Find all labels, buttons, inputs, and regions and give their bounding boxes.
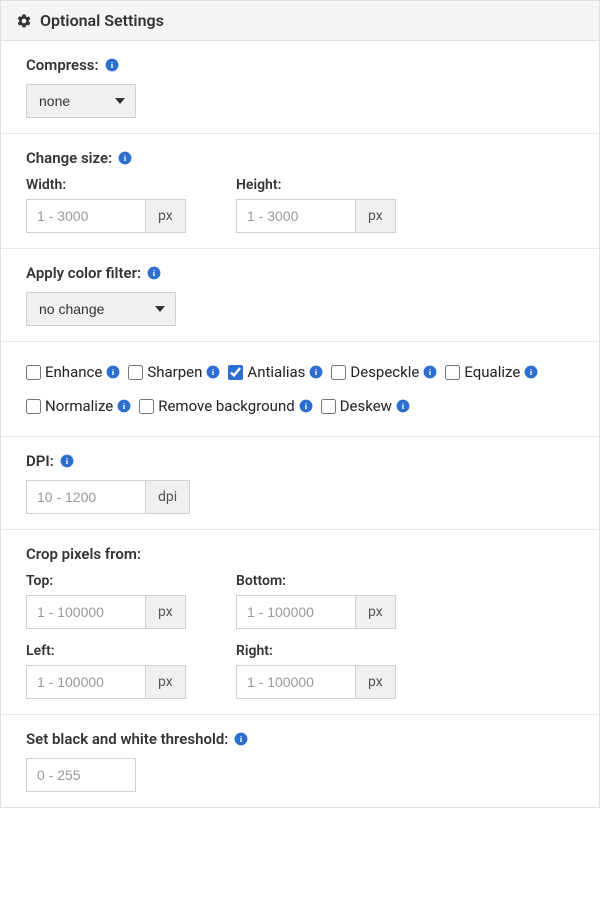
info-icon[interactable]: i [105, 58, 119, 72]
height-label: Height: [236, 177, 436, 193]
antialias-checkbox[interactable] [228, 365, 243, 380]
compress-section: Compress: i none [1, 41, 599, 134]
info-icon[interactable]: i [396, 399, 410, 413]
enhance-checkbox[interactable] [26, 365, 41, 380]
deskew-label: Deskew [340, 391, 392, 421]
bw-threshold-section: Set black and white threshold: i [1, 715, 599, 807]
crop-section: Crop pixels from: Top: px Bottom: px Lef… [1, 530, 599, 715]
info-icon[interactable]: i [524, 365, 538, 379]
crop-left-unit: px [146, 665, 186, 699]
width-label: Width: [26, 177, 226, 193]
crop-bottom-unit: px [356, 595, 396, 629]
height-unit: px [356, 199, 396, 233]
crop-top-unit: px [146, 595, 186, 629]
dpi-label: DPI: [26, 452, 54, 470]
color-filter-label: Apply color filter: [26, 264, 141, 282]
info-icon[interactable]: i [118, 151, 132, 165]
deskew-checkbox[interactable] [321, 399, 336, 414]
normalize-label: Normalize [45, 391, 113, 421]
sharpen-label: Sharpen [147, 357, 202, 387]
compress-label: Compress: [26, 56, 99, 74]
bw-threshold-label: Set black and white threshold: [26, 730, 228, 748]
gear-icon [16, 13, 32, 29]
dpi-section: DPI: i dpi [1, 437, 599, 530]
width-input[interactable] [26, 199, 146, 233]
info-icon[interactable]: i [117, 399, 131, 413]
info-icon[interactable]: i [234, 732, 248, 746]
info-icon[interactable]: i [423, 365, 437, 379]
bw-threshold-input[interactable] [26, 758, 136, 792]
crop-right-label: Right: [236, 643, 436, 659]
crop-right-unit: px [356, 665, 396, 699]
compress-select[interactable]: none [26, 84, 136, 118]
remove-background-label: Remove background [158, 391, 294, 421]
crop-right-input[interactable] [236, 665, 356, 699]
dpi-unit: dpi [146, 480, 190, 514]
equalize-label: Equalize [464, 357, 520, 387]
crop-top-input[interactable] [26, 595, 146, 629]
sharpen-checkbox[interactable] [128, 365, 143, 380]
info-icon[interactable]: i [106, 365, 120, 379]
change-size-section: Change size: i Width: px Height: px [1, 134, 599, 249]
info-icon[interactable]: i [206, 365, 220, 379]
antialias-label: Antialias [247, 357, 305, 387]
color-filter-section: Apply color filter: i no change [1, 249, 599, 342]
optional-settings-panel: Optional Settings Compress: i none Chang… [0, 0, 600, 808]
info-icon[interactable]: i [299, 399, 313, 413]
panel-header: Optional Settings [1, 1, 599, 41]
crop-bottom-input[interactable] [236, 595, 356, 629]
info-icon[interactable]: i [309, 365, 323, 379]
color-filter-select[interactable]: no change [26, 292, 176, 326]
despeckle-checkbox[interactable] [331, 365, 346, 380]
despeckle-label: Despeckle [350, 357, 419, 387]
remove-background-checkbox[interactable] [139, 399, 154, 414]
flags-section: Enhance i Sharpen i Antialias i Despeckl… [1, 342, 599, 437]
crop-label: Crop pixels from: [26, 545, 141, 563]
normalize-checkbox[interactable] [26, 399, 41, 414]
crop-left-input[interactable] [26, 665, 146, 699]
crop-top-label: Top: [26, 573, 226, 589]
equalize-checkbox[interactable] [445, 365, 460, 380]
panel-title: Optional Settings [40, 11, 164, 30]
change-size-label: Change size: [26, 149, 112, 167]
info-icon[interactable]: i [60, 454, 74, 468]
crop-bottom-label: Bottom: [236, 573, 436, 589]
info-icon[interactable]: i [147, 266, 161, 280]
dpi-input[interactable] [26, 480, 146, 514]
width-unit: px [146, 199, 186, 233]
height-input[interactable] [236, 199, 356, 233]
enhance-label: Enhance [45, 357, 102, 387]
crop-left-label: Left: [26, 643, 226, 659]
